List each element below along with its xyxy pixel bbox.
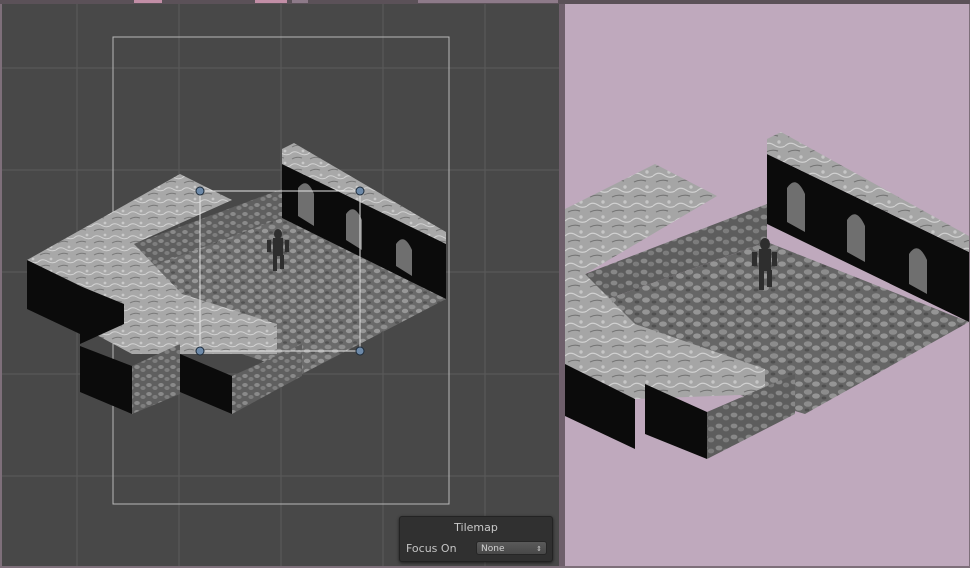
scene-canvas[interactable] xyxy=(2,4,559,566)
gizmo-handle-bottom-left[interactable] xyxy=(195,346,205,356)
focus-on-label: Focus On xyxy=(406,542,457,555)
stone-block-right xyxy=(132,344,180,414)
focus-on-dropdown[interactable]: None ⇕ xyxy=(476,541,547,555)
tilemap-overlay-title: Tilemap xyxy=(454,521,498,534)
tilemap-overlay-panel: Tilemap Focus On None ⇕ xyxy=(399,516,553,562)
stone-block2-left xyxy=(180,354,232,414)
focus-on-value: None xyxy=(481,544,505,554)
game-dungeon-render xyxy=(565,132,969,459)
game-view[interactable] xyxy=(565,4,969,566)
gizmo-handle-top-left[interactable] xyxy=(195,186,205,196)
top-tab-1[interactable] xyxy=(134,0,162,3)
stone-block-left xyxy=(80,346,132,414)
gizmo-handle-top-right[interactable] xyxy=(355,186,365,196)
scene-view[interactable]: Tilemap Focus On None ⇕ xyxy=(2,4,560,566)
game-canvas xyxy=(565,132,969,459)
top-tab-2[interactable] xyxy=(255,0,287,3)
dropdown-arrows-icon: ⇕ xyxy=(536,545,542,553)
top-tab-3[interactable] xyxy=(292,0,308,3)
top-tab-4[interactable] xyxy=(418,0,558,3)
gizmo-handle-bottom-right[interactable] xyxy=(355,346,365,356)
